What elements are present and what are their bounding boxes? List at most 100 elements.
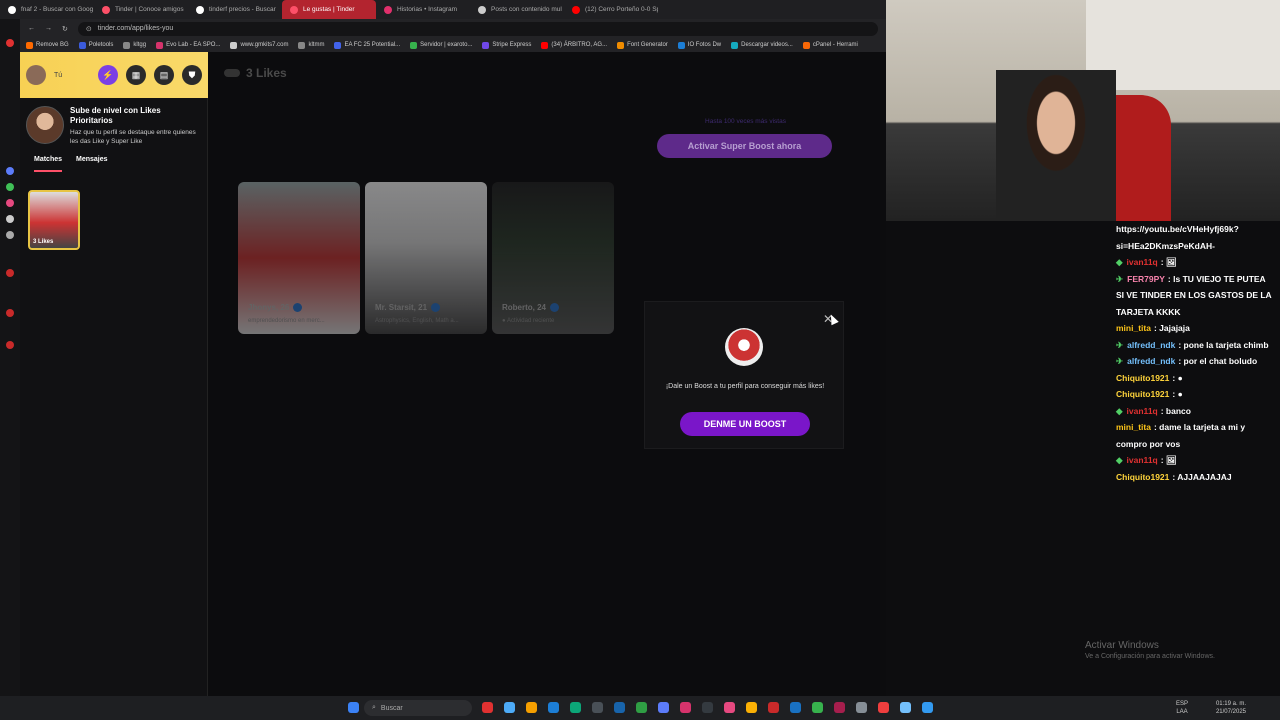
opera-gx-taskbar-icon[interactable]	[768, 702, 779, 713]
spotify-taskbar-icon[interactable]	[636, 702, 647, 713]
opera-icon[interactable]	[6, 39, 14, 47]
chat-text: : AJJAAJAJAJ	[1172, 471, 1232, 482]
browser-tab[interactable]: tinderf precios - Buscar	[188, 0, 282, 19]
windows-start-icon[interactable]	[348, 702, 359, 713]
chrome-taskbar-icon[interactable]	[746, 702, 757, 713]
instagram-icon[interactable]	[6, 199, 14, 207]
photoshop-taskbar-icon[interactable]	[790, 702, 801, 713]
opera-taskbar-icon[interactable]	[482, 702, 493, 713]
user-label[interactable]: Tú	[54, 72, 90, 79]
bookmark-item[interactable]: Evo Lab - EA SPO...	[156, 41, 220, 49]
tab-matches[interactable]: Matches	[34, 156, 63, 172]
priority-likes-promo[interactable]: Sube de nivel con Likes Prioritarios Haz…	[20, 98, 208, 154]
like-card[interactable]: Roberto, 24 ● Actividad reciente	[492, 182, 614, 334]
bookmark-item[interactable]: Remove BG	[26, 41, 69, 49]
reload-icon[interactable]: ↻	[62, 25, 68, 33]
obs-taskbar-icon[interactable]	[680, 702, 691, 713]
tiktok-taskbar-icon[interactable]	[724, 702, 735, 713]
bookmark-item[interactable]: IO Fotos Dw	[677, 41, 721, 49]
bookmark-item[interactable]: www.gmkits7.com	[230, 41, 288, 49]
settings-icon[interactable]	[6, 341, 14, 349]
url-field[interactable]: ⊙ tinder.com/app/likes-you	[77, 21, 878, 36]
bookmark-item[interactable]: kltmm	[298, 41, 324, 49]
x-icon[interactable]	[6, 231, 14, 239]
app-taskbar-icon[interactable]	[570, 702, 581, 713]
browser-tab[interactable]: (12) Cerro Porteño 0-0 Sp	[564, 0, 658, 19]
chat-message: ◆ ivan11q: 🖼	[1110, 452, 1280, 469]
briefcase-icon[interactable]: ▤	[154, 65, 174, 85]
bookmark-item[interactable]: (34) ÁRBITRO, AG...	[541, 41, 607, 49]
explore-icon[interactable]: ▦	[126, 65, 146, 85]
super-boost-button[interactable]: Activar Super Boost ahora	[657, 134, 832, 158]
back-icon[interactable]: ←	[28, 25, 35, 32]
boost-icon[interactable]: ⚡	[98, 65, 118, 85]
browser-tab[interactable]: Historias • Instagram	[376, 0, 470, 19]
chat-badge-icon: ✈	[1116, 356, 1124, 366]
forward-icon[interactable]: →	[45, 25, 52, 32]
browser-tab[interactable]: Posts con contenido mul	[470, 0, 564, 19]
bookmark-label: Descargar videos...	[741, 42, 793, 48]
bookmark-item[interactable]: Servidor | exaroto...	[410, 41, 472, 49]
whatsapp-taskbar-icon[interactable]	[812, 702, 823, 713]
app2-taskbar-icon[interactable]	[592, 702, 603, 713]
edge-taskbar-icon[interactable]	[504, 702, 515, 713]
clock[interactable]: 01:19 a. m. 21/07/2025	[1216, 700, 1246, 716]
shield-icon[interactable]: ⛊	[182, 65, 202, 85]
watermark-subtitle: Ve a Configuración para activar Windows.	[1085, 653, 1215, 660]
likes-card[interactable]: 3 Likes	[28, 190, 80, 250]
discord-taskbar-icon[interactable]	[658, 702, 669, 713]
promo-subtitle: Haz que tu perfil se destaque entre quie…	[70, 129, 196, 145]
steam-taskbar-icon[interactable]	[614, 702, 625, 713]
history-icon[interactable]	[6, 269, 14, 277]
explorer-taskbar-icon[interactable]	[526, 702, 537, 713]
chat-text: : banco	[1160, 405, 1191, 416]
chat-message: ✈ alfredd_ndk: por el chat boludo	[1110, 353, 1280, 370]
bookmark-item[interactable]: kltgg	[123, 41, 146, 49]
browser-tab[interactable]: Tinder | Conoce amigos	[94, 0, 188, 19]
tiktok-icon[interactable]	[6, 215, 14, 223]
webcam-overlay	[886, 0, 1280, 221]
chat-username: FER79PY	[1127, 273, 1165, 284]
chat-text: : por el chat boludo	[1178, 356, 1258, 366]
like-card[interactable]: Jhonys, 26 emprendedorismo en merc...	[238, 182, 360, 334]
boost-button[interactable]: DENME UN BOOST	[680, 412, 810, 436]
app8-taskbar-icon[interactable]	[922, 702, 933, 713]
browser-tab[interactable]: fnaf 2 - Buscar con Goog	[0, 0, 94, 19]
bookmark-icon	[334, 41, 342, 49]
whatsapp-icon[interactable]	[6, 183, 14, 191]
clock-time: 01:19 a. m.	[1215, 701, 1246, 707]
app5-taskbar-icon[interactable]	[856, 702, 867, 713]
app3-taskbar-icon[interactable]	[702, 702, 713, 713]
bookmark-item[interactable]: Poletools	[78, 41, 113, 49]
like-card-name-text: Mr. Starsit, 21	[375, 303, 428, 312]
bookmark-item[interactable]: EA FC 25 Potential...	[334, 41, 400, 49]
avatar[interactable]	[26, 65, 46, 85]
url-text: tinder.com/app/likes-you	[97, 25, 174, 32]
tinder-sidebar: Tú ⚡ ▦ ▤ ⛊ Sube de nivel con Likes Prior…	[20, 52, 208, 696]
chat-username: ivan11q	[1126, 405, 1158, 416]
language-indicator[interactable]: ESP LAA	[1176, 700, 1188, 716]
bookmarks-icon[interactable]	[6, 309, 14, 317]
bookmark-item[interactable]: Font Generator	[617, 41, 668, 49]
browser-tab[interactable]: Le gustas | Tinder	[282, 0, 376, 19]
app7-taskbar-icon[interactable]	[900, 702, 911, 713]
bookmark-item[interactable]: Descargar videos...	[731, 41, 793, 49]
tab-mensajes[interactable]: Mensajes	[76, 156, 108, 172]
app4-taskbar-icon[interactable]	[834, 702, 845, 713]
tab-favicon-icon	[384, 5, 392, 14]
chat-message: ◆ ivan11q: 🖼	[1110, 254, 1280, 271]
search-icon: ⌕	[372, 704, 376, 711]
like-card[interactable]: Mr. Starsit, 21 Astrophysics, English, Ma…	[365, 182, 487, 334]
store-taskbar-icon[interactable]	[548, 702, 559, 713]
boost-hint: Hasta 100 veces más vistas	[705, 118, 786, 125]
bookmark-item[interactable]: Stripe Express	[482, 41, 531, 49]
taskbar-search[interactable]: ⌕ Buscar	[364, 700, 472, 716]
bookmark-item[interactable]: cPanel - Herrami	[802, 41, 858, 49]
bookmark-icon	[156, 41, 164, 49]
app6-taskbar-icon[interactable]	[878, 702, 889, 713]
site-info-icon[interactable]: ⊙	[86, 25, 92, 33]
chat-badge-icon: ◆	[1116, 257, 1123, 267]
boost-modal: ✕ ¡Dale un Boost a tu perfil para conseg…	[644, 301, 844, 449]
chat-text: : ●	[1172, 372, 1183, 383]
messenger-icon[interactable]	[6, 167, 14, 175]
